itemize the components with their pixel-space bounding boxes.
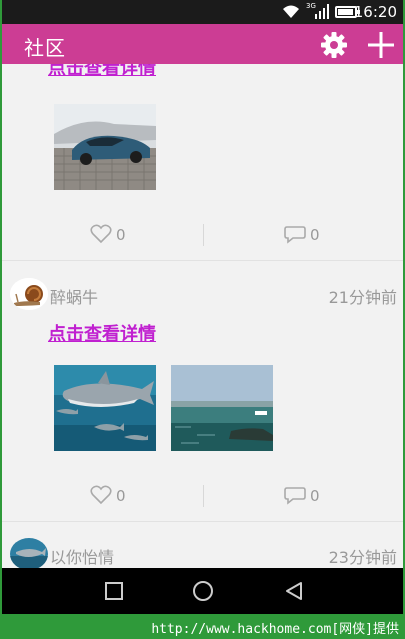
phone-screen: 3G 16:20 社区 点击查看详情 0 0 醉蜗牛 21分钟前 点击查看详情 … xyxy=(2,0,403,614)
post-username[interactable]: 醉蜗牛 xyxy=(50,284,98,308)
action-divider xyxy=(203,224,204,246)
status-time: 16:20 xyxy=(353,3,397,21)
home-icon[interactable] xyxy=(192,580,214,602)
action-divider xyxy=(203,485,204,507)
comment-count: 0 xyxy=(310,487,320,505)
comment-count: 0 xyxy=(310,226,320,244)
heart-icon xyxy=(90,224,112,244)
comment-icon xyxy=(284,487,306,505)
avatar[interactable] xyxy=(10,538,48,568)
avatar[interactable] xyxy=(10,278,48,310)
status-bar: 3G 16:20 xyxy=(2,0,403,24)
post-time: 21分钟前 xyxy=(328,288,397,307)
back-icon[interactable] xyxy=(283,580,305,602)
post-divider xyxy=(2,521,403,522)
detail-link[interactable]: 点击查看详情 xyxy=(48,64,156,80)
post-photo-car[interactable] xyxy=(54,104,156,190)
navigation-bar xyxy=(2,568,403,614)
comment-button[interactable]: 0 xyxy=(284,224,324,248)
recent-apps-icon[interactable] xyxy=(103,580,125,602)
post-card[interactable]: 点击查看详情 0 0 xyxy=(2,64,403,261)
comment-icon xyxy=(284,226,306,244)
like-count: 0 xyxy=(116,226,126,244)
app-bar: 社区 xyxy=(2,24,403,64)
like-count: 0 xyxy=(116,487,126,505)
post-card[interactable]: 醉蜗牛 21分钟前 点击查看详情 0 0 xyxy=(2,278,403,522)
like-button[interactable]: 0 xyxy=(90,485,130,509)
post-header: 醉蜗牛 21分钟前 xyxy=(2,278,403,312)
post-divider xyxy=(2,260,403,261)
gear-icon[interactable] xyxy=(320,31,348,59)
heart-icon xyxy=(90,485,112,505)
post-actions: 0 0 xyxy=(2,218,403,252)
post-username[interactable]: 以你怡情 xyxy=(50,544,114,568)
wifi-icon xyxy=(283,5,299,18)
plus-icon[interactable] xyxy=(366,31,396,59)
post-time: 23分钟前 xyxy=(328,548,397,567)
post-actions: 0 0 xyxy=(2,479,403,513)
watermark-text: http://www.hackhome.com[网侠]提供 xyxy=(151,622,399,637)
like-button[interactable]: 0 xyxy=(90,224,130,248)
post-photo-shark[interactable] xyxy=(54,365,156,451)
signal-icon xyxy=(315,4,329,19)
watermark-bar: http://www.hackhome.com[网侠]提供 xyxy=(0,614,405,639)
post-header: 以你怡情 23分钟前 xyxy=(2,538,403,568)
detail-link[interactable]: 点击查看详情 xyxy=(48,320,156,346)
comment-button[interactable]: 0 xyxy=(284,485,324,509)
page-title: 社区 xyxy=(24,36,66,60)
post-photo-sea[interactable] xyxy=(171,365,273,451)
post-card[interactable]: 以你怡情 23分钟前 xyxy=(2,538,403,568)
community-feed[interactable]: 点击查看详情 0 0 醉蜗牛 21分钟前 点击查看详情 0 0 以你怡情 23分… xyxy=(2,64,403,568)
